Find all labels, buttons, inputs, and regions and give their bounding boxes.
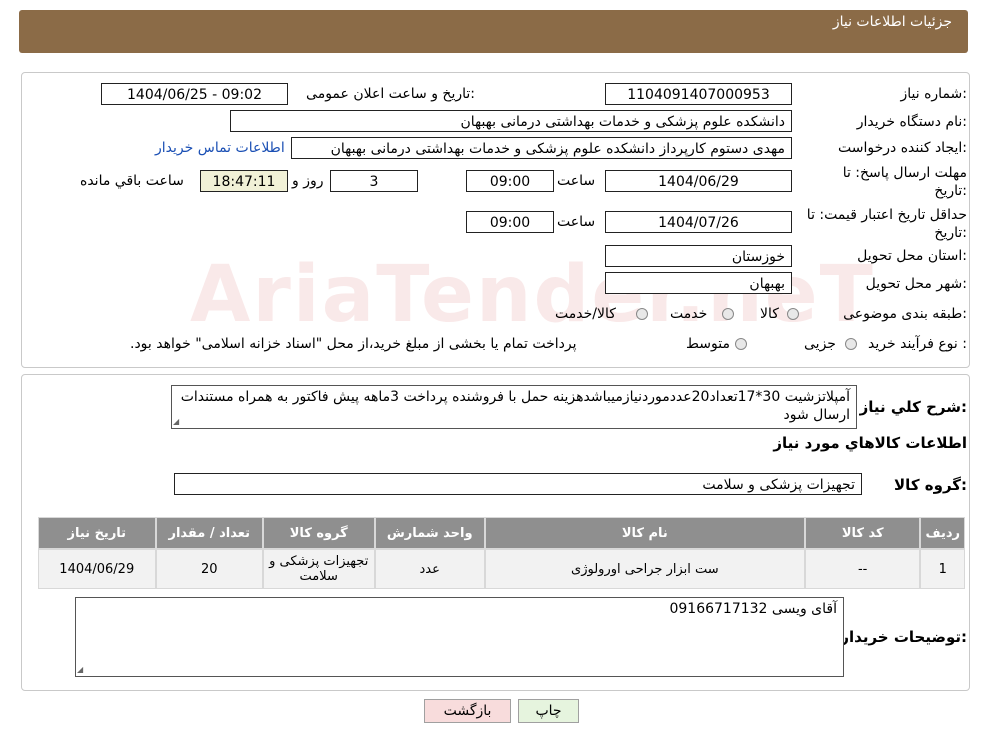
category-label: طبقه بندی موضوعی:: [843, 306, 967, 322]
process-note: پرداخت تمام یا بخشی از مبلغ خرید،از محل …: [130, 336, 577, 352]
goods-group-field[interactable]: تجهیزات پزشکی و سلامت: [174, 473, 862, 495]
announce-label: تاریخ و ساعت اعلان عمومی:: [306, 86, 475, 102]
col-name-header: نام کالا: [484, 517, 805, 549]
days-label: روز و: [292, 173, 324, 189]
category-service-radio[interactable]: [722, 308, 734, 320]
watermark-logo: AriaTender.neT: [190, 250, 875, 340]
back-button[interactable]: بازگشت: [424, 699, 511, 723]
cell-unit: عدد: [374, 549, 485, 589]
col-group-header: گروه کالا: [262, 517, 375, 549]
validity-time-label: ساعت: [557, 214, 596, 230]
goods-group-label: گروه کالا:: [894, 476, 967, 494]
resize-grip-icon[interactable]: ◢: [173, 418, 181, 426]
province-field[interactable]: خوزستان: [605, 245, 792, 267]
description-textarea[interactable]: آمپلاتزشیت 30*17تعداد20عددموردنیازمیباشد…: [171, 385, 857, 429]
deadline-time-label: ساعت: [557, 173, 596, 189]
buyer-notes-label: توضیحات خریدار:: [840, 628, 967, 646]
need-number-label: شماره نیاز:: [900, 86, 967, 102]
remaining-time-label: ساعت باقي مانده: [80, 173, 184, 189]
col-unit-header: واحد شمارش: [374, 517, 485, 549]
buyer-org-field[interactable]: دانشکده علوم پزشکی و خدمات بهداشتی درمان…: [230, 110, 792, 132]
col-row-header: ردیف: [920, 517, 965, 549]
col-date-header: تاریخ نیاز: [38, 517, 156, 549]
announce-datetime-field[interactable]: 1404/06/25 - 09:02: [101, 83, 288, 105]
col-code-header: کد کالا: [804, 517, 921, 549]
deadline-time-field[interactable]: 09:00: [466, 170, 554, 192]
header-bar: [19, 10, 968, 53]
col-qty-header: تعداد / مقدار: [155, 517, 263, 549]
cell-code: --: [804, 549, 921, 589]
print-button[interactable]: چاپ: [518, 699, 579, 723]
buyer-notes-textarea[interactable]: آقای ویسی 09166717132: [75, 597, 844, 677]
category-service-label: خدمت: [670, 306, 708, 322]
creator-label: ایجاد کننده درخواست:: [838, 140, 967, 156]
category-goods-service-label: کالا/خدمت: [555, 306, 616, 322]
deadline-label: مهلت ارسال پاسخ: تا تاریخ:: [842, 165, 967, 199]
buyer-contact-link[interactable]: اطلاعات تماس خریدار: [155, 140, 285, 156]
process-label: نوع فرآیند خرید :: [868, 336, 967, 352]
page-title: جزئیات اطلاعات نیاز: [832, 14, 952, 30]
cell-qty: 20: [155, 549, 263, 589]
validity-label: حداقل تاریخ اعتبار قیمت: تا تاریخ:: [806, 207, 967, 241]
resize-grip-icon[interactable]: ◢: [77, 666, 85, 674]
city-label: شهر محل تحویل:: [865, 276, 967, 292]
buyer-org-label: نام دستگاه خریدار:: [856, 114, 967, 130]
table-row: 1 -- ست ابزار جراحی اورولوژی عدد تجهیزات…: [38, 549, 965, 589]
remaining-time-field: 18:47:11: [200, 170, 288, 192]
goods-table-wrapper: ردیف کد کالا نام کالا واحد شمارش گروه کا…: [38, 517, 965, 589]
validity-date-field[interactable]: 1404/07/26: [605, 211, 792, 233]
goods-section-title: اطلاعات کالاهاي مورد نياز: [773, 434, 967, 452]
process-medium-radio[interactable]: [735, 338, 747, 350]
description-label: شرح کلي نياز:: [859, 398, 967, 416]
need-number-field[interactable]: 1104091407000953: [605, 83, 792, 105]
province-label: استان محل تحویل:: [857, 248, 967, 264]
days-remaining-field[interactable]: 3: [330, 170, 418, 192]
category-goods-service-radio[interactable]: [636, 308, 648, 320]
goods-table: ردیف کد کالا نام کالا واحد شمارش گروه کا…: [38, 517, 965, 589]
cell-name: ست ابزار جراحی اورولوژی: [484, 549, 805, 589]
process-medium-label: متوسط: [686, 336, 730, 352]
city-field[interactable]: بهبهان: [605, 272, 792, 294]
cell-row: 1: [920, 549, 965, 589]
creator-field[interactable]: مهدی دستوم کارپرداز دانشکده علوم پزشکی و…: [291, 137, 792, 159]
process-minor-radio[interactable]: [845, 338, 857, 350]
table-header-row: ردیف کد کالا نام کالا واحد شمارش گروه کا…: [38, 517, 965, 549]
cell-group: تجهیزات پزشکی و سلامت: [262, 549, 375, 589]
deadline-date-field[interactable]: 1404/06/29: [605, 170, 792, 192]
category-goods-label: کالا: [760, 306, 779, 322]
category-goods-radio[interactable]: [787, 308, 799, 320]
process-minor-label: جزیی: [804, 336, 836, 352]
cell-date: 1404/06/29: [38, 549, 156, 589]
validity-time-field[interactable]: 09:00: [466, 211, 554, 233]
